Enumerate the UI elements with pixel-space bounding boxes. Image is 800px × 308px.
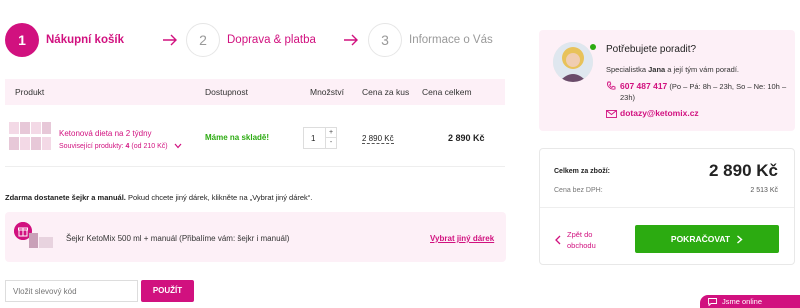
quantity-buttons: + - xyxy=(325,128,336,148)
coupon-input[interactable] xyxy=(5,280,138,302)
step-number: 3 xyxy=(368,23,402,57)
online-status-dot xyxy=(590,44,596,50)
step-label: Nákupní košík xyxy=(46,34,124,46)
chat-online-button[interactable]: Jsme online xyxy=(700,295,800,308)
order-summary: Celkem za zboží: 2 890 Kč Cena bez DPH: … xyxy=(539,148,795,265)
step-cart[interactable]: 1 Nákupní košík xyxy=(5,23,124,57)
step-info[interactable]: 3 Informace o Vás xyxy=(368,23,493,57)
vat-label: Cena bez DPH: xyxy=(554,187,603,194)
table-row: Ketonová dieta na 2 týdny Související pr… xyxy=(5,105,505,167)
gift-item-text: Šejkr KetoMix 500 ml + manuál (Přibalíme… xyxy=(66,234,290,243)
quantity-stepper[interactable]: 1 + - xyxy=(303,127,337,149)
chevron-left-icon xyxy=(555,235,561,245)
header-quantity: Množství xyxy=(310,87,345,97)
apply-coupon-button[interactable]: POUŽÍT xyxy=(141,280,194,302)
continue-label: POKRAČOVAT xyxy=(670,234,731,244)
table-header: Produkt Dostupnost Množství Cena za kus … xyxy=(5,79,505,105)
back-to-shop-link[interactable]: Zpět do obchodu xyxy=(554,229,607,251)
total-value: 2 890 Kč xyxy=(709,161,778,180)
vat-value: 2 513 Kč xyxy=(750,187,778,194)
gift-note: Zdarma dostanete šejkr a manuál. Pokud c… xyxy=(5,193,312,202)
total-label: Celkem za zboží: xyxy=(554,168,611,175)
advisor-subtitle: Specialistka Jana a její tým vám poradí. xyxy=(606,65,739,74)
header-product: Produkt xyxy=(15,87,45,97)
header-unit-price: Cena za kus xyxy=(362,87,410,97)
arrow-right-icon xyxy=(163,34,177,46)
chat-label: Jsme online xyxy=(722,297,763,306)
avatar xyxy=(553,42,593,82)
gift-product-image xyxy=(29,233,53,248)
related-prefix: Související produkty: xyxy=(59,143,124,150)
divider xyxy=(540,207,794,208)
related-price: (od 210 Kč) xyxy=(131,143,168,150)
advisor-sub-suffix: a její tým vám poradí. xyxy=(665,65,739,74)
header-availability: Dostupnost xyxy=(205,87,248,97)
increase-button[interactable]: + xyxy=(326,128,336,138)
related-count: 4 xyxy=(125,143,130,150)
mail-icon xyxy=(606,110,617,118)
chevron-right-icon xyxy=(737,234,743,244)
step-number: 2 xyxy=(186,23,220,57)
phone-number[interactable]: 607 487 417 xyxy=(620,81,667,91)
gift-note-bold: Zdarma dostanete šejkr a manuál. xyxy=(5,193,126,202)
advisor-sub-prefix: Specialistka xyxy=(606,65,649,74)
decrease-button[interactable]: - xyxy=(326,138,336,148)
step-number: 1 xyxy=(5,23,39,57)
advisor-name: Jana xyxy=(648,65,666,74)
arrow-right-icon xyxy=(344,34,358,46)
gift-note-text: Pokud chcete jiný dárek, klikněte na „Vy… xyxy=(125,193,313,202)
row-total-price: 2 890 Kč xyxy=(448,133,485,143)
advisor-title: Potřebujete poradit? xyxy=(606,44,697,55)
product-name-link[interactable]: Ketonová dieta na 2 týdny xyxy=(59,129,152,138)
unit-price: 2 890 Kč xyxy=(362,134,394,144)
availability-status: Máme na skladě! xyxy=(205,133,270,142)
checkout-steps: 1 Nákupní košík 2 Doprava & platba 3 Inf… xyxy=(5,23,505,59)
phone-icon xyxy=(607,81,616,90)
chat-icon xyxy=(708,298,717,306)
advisor-email-link[interactable]: dotazy@ketomix.cz xyxy=(620,108,699,118)
step-shipping[interactable]: 2 Doprava & platba xyxy=(186,23,316,57)
header-total: Cena celkem xyxy=(422,87,472,97)
related-products-toggle[interactable]: Související produkty: 4 (od 210 Kč) xyxy=(59,143,182,150)
cart-table: Produkt Dostupnost Množství Cena za kus … xyxy=(5,79,505,167)
gift-box: Šejkr KetoMix 500 ml + manuál (Přibalíme… xyxy=(5,212,506,262)
back-link-label: Zpět do obchodu xyxy=(567,230,596,250)
chevron-down-icon xyxy=(174,143,182,149)
change-gift-link[interactable]: Vybrat jiný dárek xyxy=(430,234,494,243)
step-label: Informace o Vás xyxy=(409,34,493,46)
step-label: Doprava & platba xyxy=(227,34,316,46)
advisor-panel: Potřebujete poradit? Specialistka Jana a… xyxy=(539,30,795,131)
advisor-phone[interactable]: 607 487 417 (Po – Pá: 8h – 23h, So – Ne:… xyxy=(620,81,790,103)
continue-button[interactable]: POKRAČOVAT xyxy=(635,225,779,253)
quantity-value: 1 xyxy=(311,134,316,143)
product-image[interactable] xyxy=(9,120,51,152)
